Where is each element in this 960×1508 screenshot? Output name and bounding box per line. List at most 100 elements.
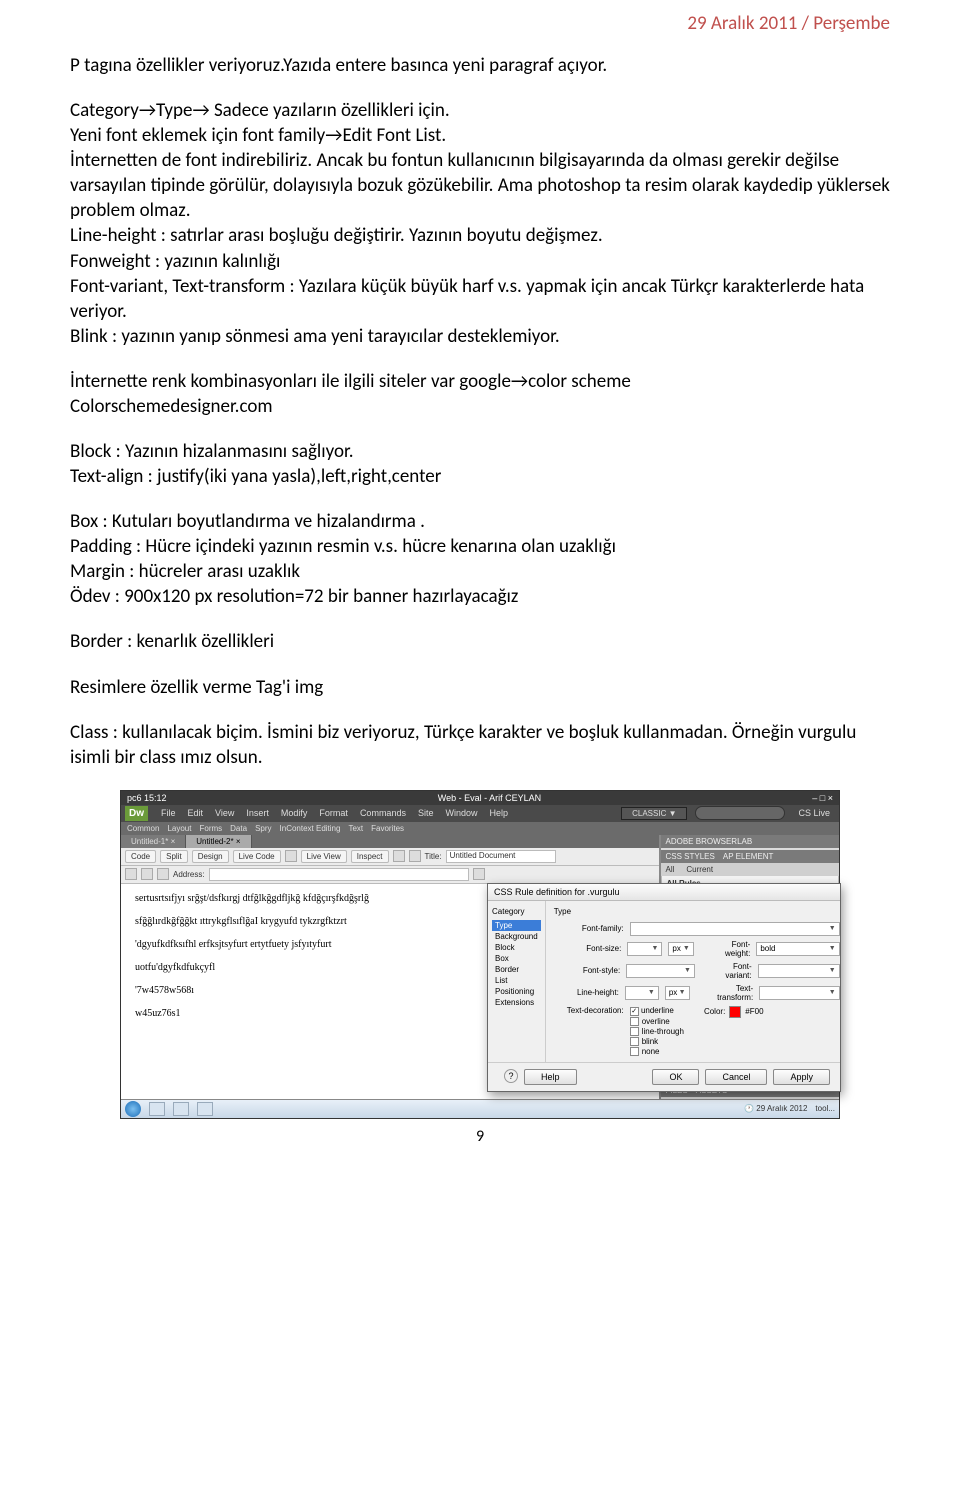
cslive-button[interactable]: CS Live: [793, 808, 835, 818]
start-button-icon[interactable]: [125, 1101, 141, 1117]
deco-linethrough[interactable]: line-through: [630, 1027, 684, 1036]
toolbar-icon[interactable]: [285, 850, 297, 862]
address-input[interactable]: [209, 868, 469, 881]
dreamweaver-logo: Dw: [125, 806, 148, 821]
line-height-select[interactable]: ▼: [625, 986, 659, 1000]
menu-window[interactable]: Window: [440, 808, 482, 818]
font-weight-select[interactable]: bold▼: [756, 942, 839, 956]
color-swatch-icon[interactable]: [729, 1006, 741, 1018]
cat-background[interactable]: Background: [492, 931, 541, 942]
menu-modify[interactable]: Modify: [276, 808, 313, 818]
color-input[interactable]: #F00: [745, 1007, 789, 1016]
dialog-button-row: ? Help OK Cancel Apply: [488, 1062, 840, 1091]
font-style-label: Font-style:: [554, 966, 620, 975]
cat-box[interactable]: Box: [492, 953, 541, 964]
font-weight-label: Font-weight:: [708, 940, 751, 958]
taskbar-app-icon[interactable]: [149, 1102, 165, 1116]
insertbar-favorites[interactable]: Favorites: [371, 824, 404, 833]
workspace-switcher[interactable]: CLASSIC ▼: [621, 807, 687, 820]
browser-icon[interactable]: [473, 868, 485, 880]
deco-none[interactable]: none: [630, 1047, 684, 1056]
menu-format[interactable]: Format: [314, 808, 353, 818]
help-button[interactable]: Help: [524, 1069, 577, 1085]
text-transform-label: Text-transform:: [704, 984, 754, 1002]
font-family-select[interactable]: ▼: [630, 922, 840, 936]
view-design-button[interactable]: Design: [192, 850, 229, 863]
cat-positioning[interactable]: Positioning: [492, 986, 541, 997]
cat-list[interactable]: List: [492, 975, 541, 986]
doc-tab-1[interactable]: Untitled-1* ×: [121, 835, 186, 848]
line-height-label: Line-height:: [554, 988, 619, 997]
menu-site[interactable]: Site: [413, 808, 439, 818]
cat-type[interactable]: Type: [492, 920, 541, 931]
doc-toolbar-2: Address:: [121, 866, 659, 884]
text-decoration-label: Text-decoration:: [554, 1006, 624, 1015]
insertbar-text[interactable]: Text: [348, 824, 363, 833]
nav-home-icon[interactable]: [157, 868, 169, 880]
text-transform-select[interactable]: ▼: [759, 986, 840, 1000]
paragraph-4: Block : Yazının hizalanmasını sağlıyor. …: [70, 439, 890, 489]
insertbar-spry[interactable]: Spry: [255, 824, 271, 833]
toolbar-icon-3[interactable]: [409, 850, 421, 862]
help-icon[interactable]: ?: [504, 1069, 518, 1083]
line-height-unit[interactable]: px▼: [665, 986, 690, 1000]
view-split-button[interactable]: Split: [160, 850, 188, 863]
doc-toolbar-1: Code Split Design Live Code Live View In…: [121, 848, 659, 866]
font-variant-select[interactable]: ▼: [758, 964, 840, 978]
nav-fwd-icon[interactable]: [141, 868, 153, 880]
cancel-button[interactable]: Cancel: [705, 1069, 767, 1085]
deco-overline[interactable]: overline: [630, 1017, 684, 1026]
checkbox-icon: [630, 1047, 639, 1056]
page-number: 9: [70, 1127, 890, 1146]
deco-blink[interactable]: blink: [630, 1037, 684, 1046]
ok-button[interactable]: OK: [652, 1069, 699, 1085]
deco-underline[interactable]: ✓ underline: [630, 1006, 674, 1016]
panel-css-header[interactable]: CSS STYLES AP ELEMENT: [661, 850, 840, 863]
font-size-row: Font-size: ▼ px▼ Font-weight: bold▼: [554, 940, 840, 958]
font-style-select[interactable]: ▼: [626, 964, 695, 978]
inspect-button[interactable]: Inspect: [351, 850, 389, 863]
paragraph-3: İnternette renk kombinasyonları ile ilgi…: [70, 369, 890, 419]
menu-view[interactable]: View: [210, 808, 239, 818]
insertbar-forms[interactable]: Forms: [199, 824, 222, 833]
menu-help[interactable]: Help: [484, 808, 513, 818]
font-size-select[interactable]: ▼: [627, 942, 662, 956]
font-size-unit[interactable]: px▼: [668, 942, 693, 956]
doc-tab-2[interactable]: Untitled-2* ×: [186, 835, 251, 848]
insertbar-layout[interactable]: Layout: [167, 824, 191, 833]
search-input[interactable]: [695, 806, 785, 820]
window-controls[interactable]: – □ ×: [812, 793, 833, 803]
panel-css-tab[interactable]: CSS STYLES: [666, 852, 715, 861]
apply-button[interactable]: Apply: [773, 1069, 830, 1085]
css-current-tab[interactable]: Current: [686, 865, 713, 874]
nav-back-icon[interactable]: [125, 868, 137, 880]
menu-file[interactable]: File: [156, 808, 181, 818]
cat-extensions[interactable]: Extensions: [492, 997, 541, 1008]
category-label: Category: [492, 907, 541, 916]
checkbox-icon: [630, 1037, 639, 1046]
taskbar-app-icon[interactable]: [173, 1102, 189, 1116]
view-code-button[interactable]: Code: [125, 850, 156, 863]
live-code-button[interactable]: Live Code: [233, 850, 281, 863]
insertbar-incontext[interactable]: InContext Editing: [280, 824, 341, 833]
menu-commands[interactable]: Commands: [355, 808, 411, 818]
paragraph-1: P tagına özellikler veriyoruz.Yazıda ent…: [70, 53, 890, 78]
cat-block[interactable]: Block: [492, 942, 541, 953]
type-pane-label: Type: [554, 907, 840, 916]
panel-browserlab-header[interactable]: ADOBE BROWSERLAB: [661, 835, 840, 848]
cat-border[interactable]: Border: [492, 964, 541, 975]
app-menubar: Dw File Edit View Insert Modify Format C…: [121, 805, 839, 822]
live-view-button[interactable]: Live View: [301, 850, 347, 863]
insertbar-data[interactable]: Data: [230, 824, 247, 833]
page-date-header: 29 Aralık 2011 / Perşembe: [70, 12, 890, 35]
menu-edit[interactable]: Edit: [183, 808, 209, 818]
paragraph-5: Box : Kutuları boyutlandırma ve hizaland…: [70, 509, 890, 609]
insertbar-common[interactable]: Common: [127, 824, 159, 833]
title-input[interactable]: Untitled Document: [446, 850, 556, 863]
menu-insert[interactable]: Insert: [241, 808, 274, 818]
panel-ap-tab[interactable]: AP ELEMENT: [723, 852, 774, 861]
css-all-tab[interactable]: All: [666, 865, 675, 874]
taskbar-tool[interactable]: tool...: [815, 1104, 835, 1113]
taskbar-app-icon[interactable]: [197, 1102, 213, 1116]
toolbar-icon-2[interactable]: [393, 850, 405, 862]
